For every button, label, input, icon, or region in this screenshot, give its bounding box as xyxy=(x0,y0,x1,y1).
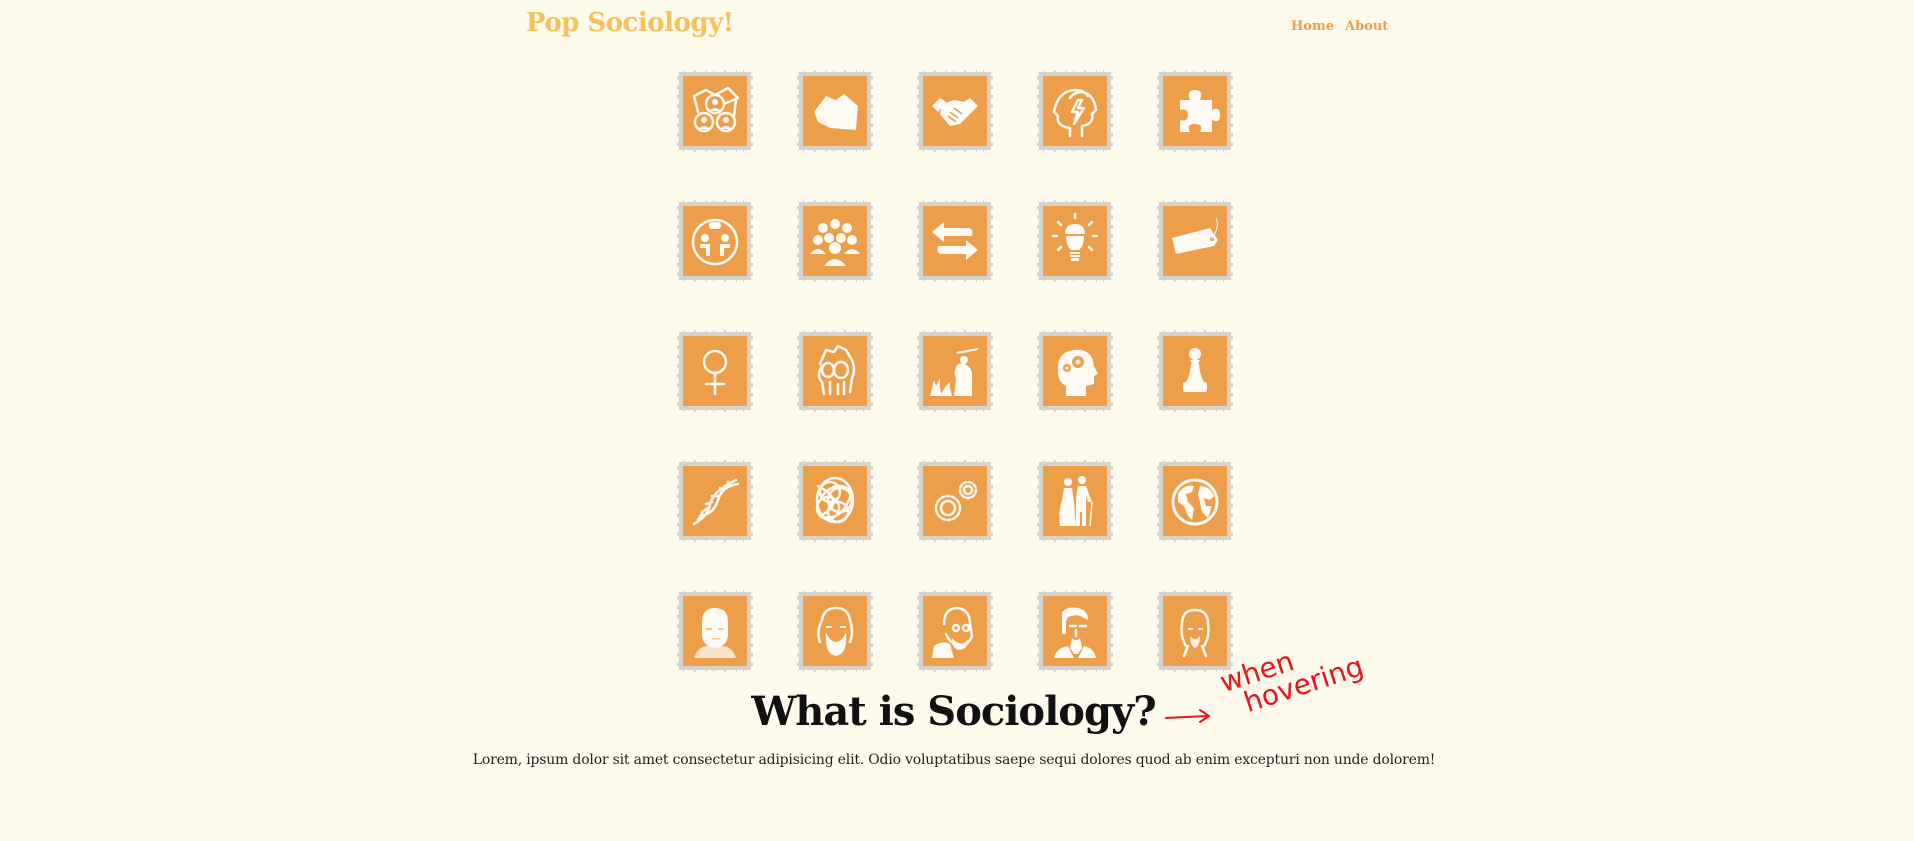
raised-fist-icon xyxy=(817,344,856,396)
stamp-exchange-arrows[interactable] xyxy=(917,200,993,282)
stamp-face xyxy=(683,596,747,666)
stamp-face xyxy=(1163,336,1227,406)
stamp-face xyxy=(923,76,987,146)
stamp-gears[interactable] xyxy=(917,460,993,542)
stamp-face xyxy=(923,466,987,536)
stamp-crowd[interactable] xyxy=(797,200,873,282)
stamp-dna-helix[interactable] xyxy=(677,460,753,542)
stamp-face xyxy=(1043,206,1107,276)
stamp-face xyxy=(803,336,867,406)
stamp-venus-symbol[interactable] xyxy=(677,330,753,412)
stamp-face xyxy=(1043,466,1107,536)
stamp-head-lightning[interactable] xyxy=(1037,70,1113,152)
stamp-portrait-weber[interactable] xyxy=(1037,590,1113,672)
stamp-face xyxy=(803,76,867,146)
stamp-face xyxy=(683,76,747,146)
portrait-durkheim-icon xyxy=(932,606,974,658)
head-gears-icon xyxy=(1057,349,1098,396)
stamp-grid xyxy=(677,70,1233,672)
portrait-marx-icon xyxy=(817,606,854,656)
handshake-icon xyxy=(932,98,978,126)
portrait-spencer-icon xyxy=(1180,608,1210,658)
elderly-couple-icon xyxy=(1059,476,1093,527)
stamp-chess-pawn[interactable] xyxy=(1157,330,1233,412)
portrait-comte-icon xyxy=(694,608,736,658)
stamp-face xyxy=(1163,206,1227,276)
price-tag-icon xyxy=(1172,217,1218,254)
dna-helix-icon xyxy=(692,478,740,526)
main-nav: Home About xyxy=(1291,19,1388,34)
nav-home-link[interactable]: Home xyxy=(1291,19,1334,34)
stamp-face xyxy=(803,466,867,536)
stamp-face xyxy=(923,206,987,276)
social-network-icon xyxy=(692,86,740,133)
exchange-arrows-icon xyxy=(932,222,978,260)
stamp-face xyxy=(683,336,747,406)
nav-about-link[interactable]: About xyxy=(1345,19,1388,34)
stamp-conversation[interactable] xyxy=(677,200,753,282)
stamp-face xyxy=(803,596,867,666)
stamp-portrait-durkheim[interactable] xyxy=(917,590,993,672)
stamp-face xyxy=(1043,596,1107,666)
stamp-tangled-scribble[interactable] xyxy=(797,460,873,542)
stamp-face xyxy=(1163,466,1227,536)
stamp-portrait-comte[interactable] xyxy=(677,590,753,672)
crowd-icon xyxy=(810,219,860,266)
stamp-head-gears[interactable] xyxy=(1037,330,1113,412)
crumpled-paper-icon xyxy=(814,94,858,130)
stamp-face xyxy=(803,206,867,276)
stamp-portrait-marx[interactable] xyxy=(797,590,873,672)
hover-annotation: when hovering xyxy=(1160,644,1400,740)
head-lightning-icon xyxy=(1052,88,1098,138)
police-baton-icon xyxy=(930,348,978,396)
chess-pawn-icon xyxy=(1183,348,1207,392)
stamp-handshake[interactable] xyxy=(917,70,993,152)
stamp-police-baton[interactable] xyxy=(917,330,993,412)
stamp-face xyxy=(1163,596,1227,666)
globe-icon xyxy=(1171,478,1219,526)
venus-symbol-icon xyxy=(702,349,728,396)
tangled-scribble-icon xyxy=(815,476,855,524)
stamp-raised-fist[interactable] xyxy=(797,330,873,412)
stamp-brain-lightbulb[interactable] xyxy=(1037,200,1113,282)
stamp-social-network[interactable] xyxy=(677,70,753,152)
stamp-face xyxy=(923,596,987,666)
stamp-crumpled-paper[interactable] xyxy=(797,70,873,152)
page-heading: What is Sociology? xyxy=(751,688,1156,735)
stamp-elderly-couple[interactable] xyxy=(1037,460,1113,542)
stamp-face xyxy=(683,466,747,536)
conversation-icon xyxy=(691,218,739,266)
stamp-face xyxy=(1043,336,1107,406)
stamp-globe[interactable] xyxy=(1157,460,1233,542)
stamp-price-tag[interactable] xyxy=(1157,200,1233,282)
puzzle-piece-icon xyxy=(1180,90,1220,132)
stamp-puzzle-piece[interactable] xyxy=(1157,70,1233,152)
stamp-face xyxy=(923,336,987,406)
brand-logo[interactable]: Pop Sociology! xyxy=(526,8,734,38)
stamp-face xyxy=(1043,76,1107,146)
stamp-face xyxy=(1163,76,1227,146)
brain-lightbulb-icon xyxy=(1051,212,1099,261)
portrait-weber-icon xyxy=(1054,607,1096,658)
gears-icon xyxy=(934,480,978,522)
intro-paragraph: Lorem, ipsum dolor sit amet consectetur … xyxy=(472,752,1436,768)
stamp-face xyxy=(683,206,747,276)
